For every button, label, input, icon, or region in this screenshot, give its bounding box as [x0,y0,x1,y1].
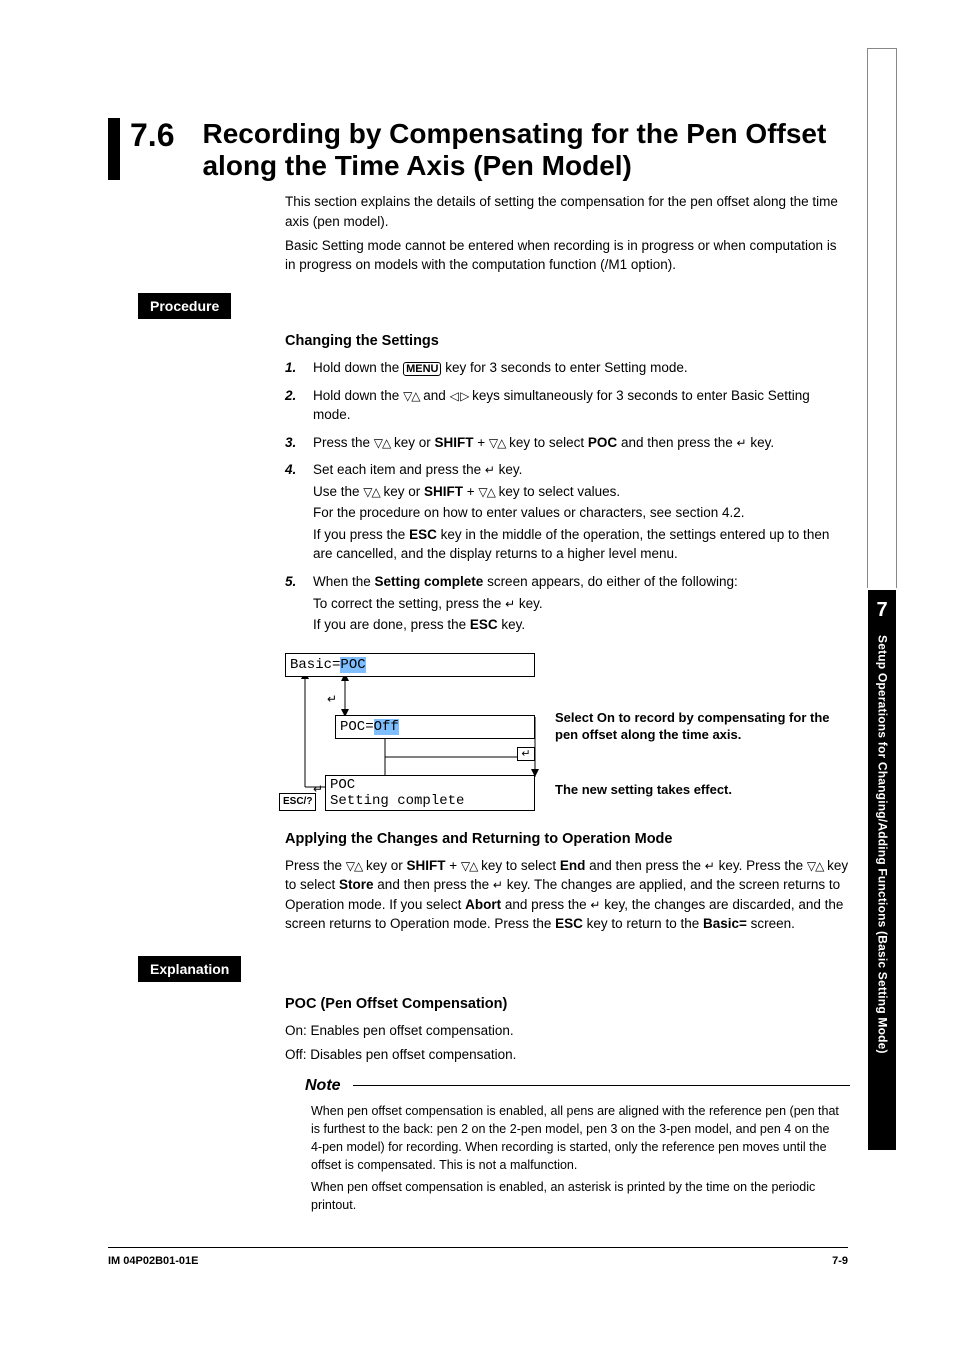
step-2-num: 2. [285,386,313,427]
section-title: Recording by Compensating for the Pen Of… [202,118,848,182]
lcd-complete: POC Setting complete [325,775,535,811]
enter-icon: ↵ [705,859,715,873]
note-body: When pen offset compensation is enabled,… [311,1102,841,1215]
updown-icon: ▽△ [461,859,477,873]
section-title-row: 7.6 Recording by Compensating for the Pe… [108,118,848,182]
step-3-body: Press the ▽△ key or SHIFT + ▽△ key to se… [313,433,850,455]
note-rule-icon [353,1085,850,1086]
diagram-note-1: Select On to record by compensating for … [555,709,845,744]
updown-icon: ▽△ [403,389,419,403]
updown-icon: ▽△ [478,485,494,499]
flow-diagram: Basic=POC ↵ POC=Off ↵ ↵ POC Setting comp… [285,653,850,813]
step-2: 2. Hold down the ▽△ and ◁ ▷ keys simulta… [285,386,850,427]
explanation-tag-row: Explanation [138,956,848,982]
step-1-body: Hold down the MENU key for 3 seconds to … [313,358,850,380]
explanation-tag: Explanation [138,956,241,982]
poc-off: Off: Disables pen offset compensation. [285,1045,850,1065]
explanation-body: POC (Pen Offset Compensation) On: Enable… [285,994,850,1214]
enter-icon-box: ↵ [517,747,535,761]
intro-p1: This section explains the details of set… [285,192,845,231]
step-5: 5. When the Setting complete screen appe… [285,572,850,637]
intro-p2: Basic Setting mode cannot be entered whe… [285,236,845,275]
step-1-num: 1. [285,358,313,380]
step-2-body: Hold down the ▽△ and ◁ ▷ keys simultaneo… [313,386,850,427]
step-4: 4. Set each item and press the ↵ key. Us… [285,460,850,566]
enter-icon: ↵ [505,597,515,611]
section-number: 7.6 [130,118,174,153]
footer-right: 7-9 [832,1254,848,1270]
step-5-body: When the Setting complete screen appears… [313,572,850,637]
note-p1: When pen offset compensation is enabled,… [311,1102,841,1175]
side-chapter-title: Setup Operations for Changing/Adding Fun… [873,635,890,1135]
note-p2: When pen offset compensation is enabled,… [311,1178,841,1214]
poc-heading: POC (Pen Offset Compensation) [285,994,850,1015]
side-chapter-number: 7 [868,590,896,635]
procedure-body: Changing the Settings 1. Hold down the M… [285,331,850,934]
note-header: Note [305,1074,850,1097]
enter-icon: ↵ [590,898,600,912]
enter-icon: ↵ [493,878,503,892]
intro-block: This section explains the details of set… [285,192,845,274]
menu-key-icon: MENU [403,362,441,376]
step-4-body: Set each item and press the ↵ key. Use t… [313,460,850,566]
updown-icon: ▽△ [363,485,379,499]
title-bar-icon [108,118,120,180]
applying-heading: Applying the Changes and Returning to Op… [285,829,850,850]
step-5-num: 5. [285,572,313,637]
updown-icon: ▽△ [346,859,362,873]
step-1: 1. Hold down the MENU key for 3 seconds … [285,358,850,380]
page-content: 7.6 Recording by Compensating for the Pe… [108,118,848,1218]
diagram-note-2: The new setting takes effect. [555,781,845,799]
page-footer: IM 04P02B01-01E 7-9 [108,1247,848,1270]
procedure-tag: Procedure [138,293,231,319]
updown-icon: ▽△ [807,859,823,873]
changing-heading: Changing the Settings [285,331,850,352]
footer-left: IM 04P02B01-01E [108,1254,199,1270]
lcd-basic: Basic=POC [285,653,535,677]
enter-icon: ↵ [737,436,747,450]
enter-icon: ↵ [327,689,337,709]
lcd-poc: POC=Off [335,715,535,739]
leftright-icon: ◁ ▷ [450,389,469,403]
enter-icon: ↵ [485,463,495,477]
applying-body: Press the ▽△ key or SHIFT + ▽△ key to se… [285,856,850,934]
step-3: 3. Press the ▽△ key or SHIFT + ▽△ key to… [285,433,850,455]
updown-icon: ▽△ [489,436,505,450]
updown-icon: ▽△ [374,436,390,450]
procedure-tag-row: Procedure [138,293,848,319]
side-panel-border [867,48,897,588]
step-3-num: 3. [285,433,313,455]
side-tab: 7 Setup Operations for Changing/Adding F… [868,590,896,1150]
esc-key-label: ESC/? [279,793,316,812]
note-label: Note [305,1074,341,1097]
step-4-num: 4. [285,460,313,566]
poc-on: On: Enables pen offset compensation. [285,1021,850,1041]
